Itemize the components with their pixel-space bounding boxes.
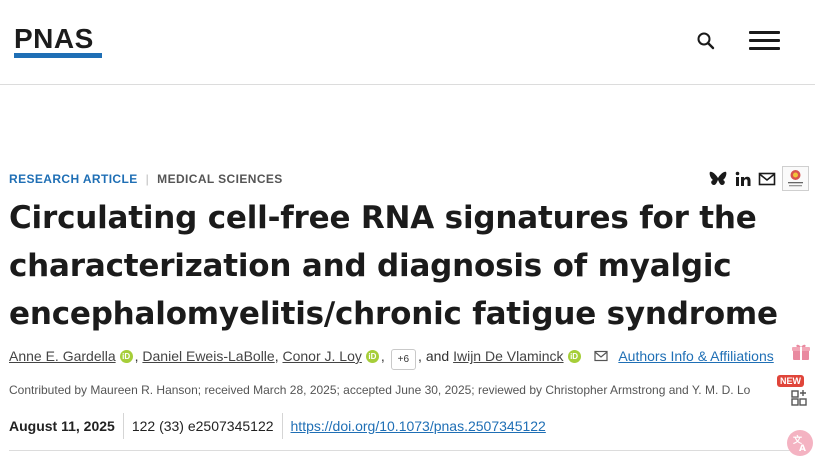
author-link[interactable]: Conor J. Loy	[282, 348, 361, 364]
bluesky-icon	[709, 171, 727, 185]
gift-icon	[792, 344, 810, 360]
share-email-button[interactable]	[757, 168, 777, 190]
author-list: Anne E. Gardella iD, Daniel Eweis-LaBolle…	[9, 348, 809, 370]
menu-button[interactable]	[749, 29, 781, 53]
hamburger-icon-bar	[749, 47, 780, 50]
publication-info: August 11, 2025 122 (33) e2507345122 https…	[9, 413, 546, 439]
contribution-history: Contributed by Maureen R. Hanson; receiv…	[9, 383, 751, 397]
site-header: PNAS	[0, 0, 815, 85]
author-comma: ,	[134, 348, 139, 364]
email-icon	[594, 350, 609, 362]
article-title: Circulating cell-free RNA signatures for…	[9, 200, 778, 332]
corresponding-author-email[interactable]	[594, 349, 609, 365]
more-authors-button[interactable]: +6	[390, 349, 417, 370]
authors-info-affiliations-link[interactable]: Authors Info & Affiliations	[618, 348, 773, 364]
hamburger-icon-bar	[749, 39, 780, 42]
logo-underline	[14, 53, 102, 58]
category-separator: |	[145, 172, 150, 186]
article-categories: RESEARCH ARTICLE | MEDICAL SCIENCES	[9, 172, 283, 186]
translate-icon: 文 A	[787, 430, 813, 456]
pnas-logo[interactable]: PNAS	[14, 25, 94, 53]
category-research-article[interactable]: RESEARCH ARTICLE	[9, 172, 138, 186]
search-button[interactable]	[694, 29, 718, 53]
apps-button[interactable]	[790, 388, 810, 413]
svg-text:A: A	[799, 444, 806, 454]
category-medical-sciences[interactable]: MEDICAL SCIENCES	[157, 172, 283, 186]
search-icon	[697, 32, 715, 50]
new-badge: NEW	[777, 375, 804, 387]
apps-icon	[791, 390, 807, 406]
publication-date: August 11, 2025	[9, 418, 115, 434]
author-link[interactable]: Daniel Eweis-LaBolle	[142, 348, 274, 364]
author-and: , and	[418, 348, 450, 364]
page: PNAS RESEARCH ARTICLE | MEDICAL SCIENCES	[0, 0, 815, 463]
author-comma: ,	[274, 348, 279, 364]
divider	[9, 450, 809, 451]
check-for-updates-icon	[788, 170, 803, 187]
share-bluesky-button[interactable]	[707, 168, 729, 190]
translate-button[interactable]: 文 A	[786, 428, 814, 463]
citation: 122 (33) e2507345122	[131, 418, 274, 434]
author-comma: ,	[380, 348, 385, 364]
author-link[interactable]: Iwijn De Vlaminck	[453, 348, 563, 364]
author-link[interactable]: Anne E. Gardella	[9, 348, 116, 364]
share-linkedin-button[interactable]	[733, 168, 753, 190]
email-icon	[758, 172, 776, 186]
orcid-icon[interactable]: iD	[567, 350, 581, 363]
divider	[281, 413, 283, 439]
hamburger-icon	[749, 31, 780, 34]
doi-link[interactable]: https://doi.org/10.1073/pnas.2507345122	[291, 418, 546, 434]
divider	[122, 413, 124, 439]
linkedin-icon	[735, 171, 751, 186]
gift-button[interactable]	[790, 342, 812, 367]
orcid-icon[interactable]: iD	[119, 350, 133, 363]
orcid-icon[interactable]: iD	[365, 350, 379, 363]
check-for-updates-button[interactable]	[782, 166, 809, 191]
